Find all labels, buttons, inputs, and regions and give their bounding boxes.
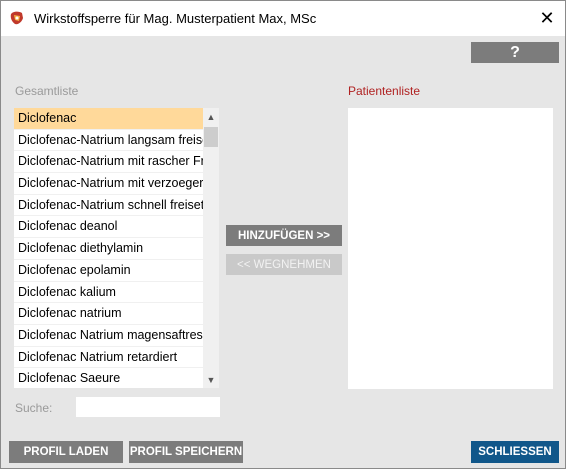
patientenliste-listbox[interactable] (348, 108, 553, 389)
gesamtliste-items: Diclofenac Diclofenac-Natrium langsam fr… (14, 108, 203, 388)
list-item[interactable]: Diclofenac Natrium magensaftresistent (14, 325, 203, 347)
list-item[interactable]: Diclofenac-Natrium langsam freisetzend (14, 130, 203, 152)
list-item[interactable]: Diclofenac kalium (14, 282, 203, 304)
dialog-window: Wirkstoffsperre für Mag. Musterpatient M… (0, 0, 566, 469)
list-item[interactable]: Diclofenac-Natrium mit verzoegerter Frei… (14, 173, 203, 195)
save-profile-button[interactable]: PROFIL SPEICHERN (129, 441, 243, 463)
gesamtliste-label: Gesamtliste (15, 84, 79, 98)
list-item[interactable]: Diclofenac epolamin (14, 260, 203, 282)
patientenliste-label: Patientenliste (348, 84, 421, 98)
close-icon: ✕ (539, 8, 555, 28)
app-logo-icon (10, 11, 23, 25)
close-dialog-button[interactable]: SCHLIESSEN (471, 441, 559, 463)
list-scrollbar[interactable]: ▲ ▼ (203, 108, 219, 388)
close-window-button[interactable]: ✕ (529, 1, 565, 36)
window-title: Wirkstoffsperre für Mag. Musterpatient M… (34, 11, 317, 26)
load-profile-button[interactable]: PROFIL LADEN (9, 441, 123, 463)
list-item[interactable]: Diclofenac-Natrium mit rascher Freisetzu… (14, 151, 203, 174)
search-label: Suche: (15, 401, 53, 415)
list-item[interactable]: Diclofenac deanol (14, 216, 203, 239)
title-bar: Wirkstoffsperre für Mag. Musterpatient M… (1, 1, 565, 36)
list-item[interactable]: Diclofenac Saeure (14, 368, 203, 388)
add-button[interactable]: HINZUFÜGEN >> (226, 225, 342, 246)
list-item[interactable]: Diclofenac (14, 108, 203, 130)
scroll-down-arrow-icon[interactable]: ▼ (203, 371, 219, 388)
list-item[interactable]: Diclofenac Natrium retardiert (14, 347, 203, 369)
help-button[interactable]: ? (471, 42, 559, 63)
remove-button[interactable]: << WEGNEHMEN (226, 254, 342, 275)
scroll-up-arrow-icon[interactable]: ▲ (203, 108, 219, 125)
list-item[interactable]: Diclofenac natrium (14, 303, 203, 325)
list-item[interactable]: Diclofenac-Natrium schnell freisetzend (14, 195, 203, 217)
search-input[interactable] (76, 397, 220, 417)
scroll-thumb[interactable] (204, 127, 218, 147)
gesamtliste-listbox[interactable]: Diclofenac Diclofenac-Natrium langsam fr… (14, 108, 219, 388)
list-item[interactable]: Diclofenac diethylamin (14, 238, 203, 260)
